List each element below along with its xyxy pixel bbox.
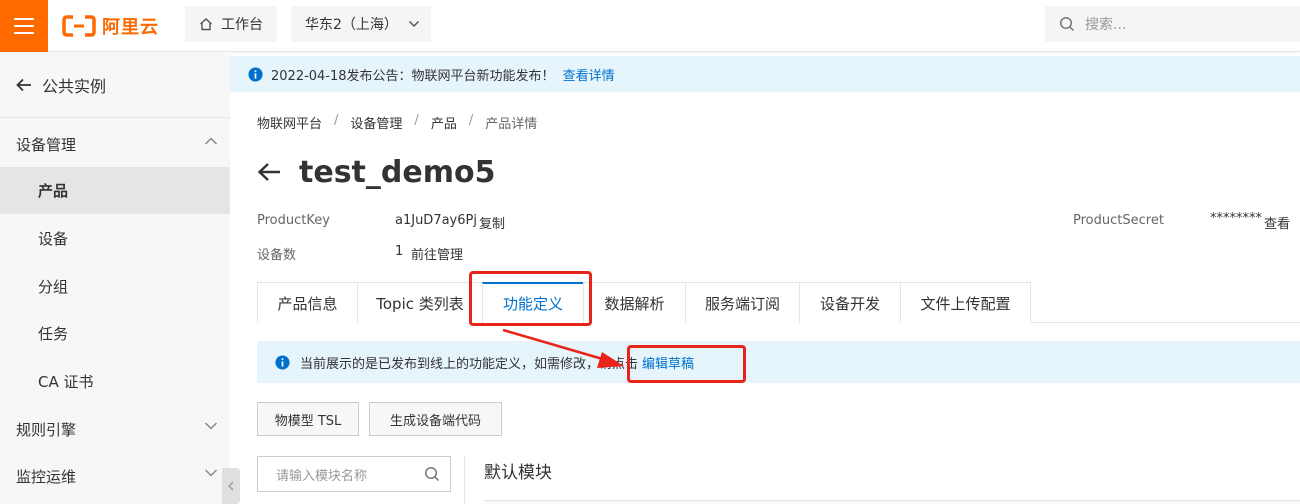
search-input[interactable]: 搜索... <box>1045 6 1300 42</box>
product-secret-value: ******** <box>1210 211 1262 226</box>
product-key-label: ProductKey <box>257 213 330 228</box>
module-search-placeholder: 请输入模块名称 <box>276 468 368 484</box>
breadcrumb-separator: / <box>468 113 474 128</box>
tab-bar: 产品信息 Topic 类列表 功能定义 数据解析 服务端订阅 设备开发 文件上传… <box>257 282 1300 323</box>
search-icon <box>424 466 440 482</box>
properties-table <box>484 500 1300 504</box>
search-icon <box>1059 16 1075 32</box>
tab-topic-list[interactable]: Topic 类列表 <box>357 282 483 323</box>
draft-info-text: 当前展示的是已发布到线上的功能定义，如需修改，请点击 <box>300 356 639 372</box>
back-arrow-icon[interactable] <box>257 162 281 182</box>
aliyun-logo[interactable]: 阿里云 <box>62 12 159 40</box>
manage-devices-link[interactable]: 前往管理 <box>411 244 463 263</box>
product-key-value: a1JuD7ay6Pj <box>395 213 477 228</box>
announcement-text: 2022-04-18发布公告：物联网平台新功能发布！ <box>271 68 555 84</box>
device-count-value: 1 <box>395 244 404 259</box>
panel-divider <box>464 456 465 504</box>
view-secret-link[interactable]: 查看 <box>1264 213 1290 232</box>
tab-file-upload-config[interactable]: 文件上传配置 <box>900 282 1031 323</box>
product-secret-label: ProductSecret <box>1073 213 1164 228</box>
announcement-bar: 2022-04-18发布公告：物联网平台新功能发布！ 查看详情 <box>230 56 1300 92</box>
breadcrumb-current: 产品详情 <box>485 117 538 132</box>
search-placeholder: 搜索... <box>1085 17 1127 33</box>
chevron-up-icon <box>204 137 218 145</box>
copy-link[interactable]: 复制 <box>479 213 505 232</box>
top-bar: 阿里云 工作台 华东2（上海） 搜索... <box>0 0 1300 52</box>
nav-group-device-management[interactable]: 设备管理 <box>0 120 230 168</box>
logo-text: 阿里云 <box>102 17 159 38</box>
page-header: test_demo5 <box>257 150 495 194</box>
arrow-left-icon <box>16 78 31 91</box>
nav-group-label: 规则引擎 <box>16 420 77 439</box>
breadcrumb-item[interactable]: 产品 <box>431 113 457 132</box>
sidebar-item-label: 产品 <box>38 182 69 200</box>
nav-group-monitoring[interactable]: 监控运维 <box>0 452 230 500</box>
info-icon <box>275 354 290 370</box>
sidebar-item-label: 分组 <box>38 278 69 296</box>
tsl-model-button[interactable]: 物模型 TSL <box>257 402 359 436</box>
annotation-box-tab <box>469 271 592 326</box>
nav-group-label: 设备管理 <box>16 135 77 154</box>
chevron-down-icon <box>204 422 218 430</box>
tab-data-parsing[interactable]: 数据解析 <box>583 282 686 323</box>
console-label: 工作台 <box>221 17 263 33</box>
region-selector[interactable]: 华东2（上海） <box>291 6 431 42</box>
breadcrumb-item[interactable]: 设备管理 <box>350 113 402 132</box>
breadcrumb: 物联网平台 / 设备管理 / 产品 / 产品详情 <box>257 113 537 132</box>
home-icon <box>200 18 212 31</box>
sidebar-item-groups[interactable]: 分组 <box>0 263 230 310</box>
chevron-down-icon <box>408 20 419 28</box>
breadcrumb-separator: / <box>414 113 419 128</box>
breadcrumb-item[interactable]: 物联网平台 <box>257 113 322 132</box>
info-icon <box>248 66 263 82</box>
chevron-left-icon <box>228 481 234 491</box>
draft-info-bar: 当前展示的是已发布到线上的功能定义，如需修改，请点击 编辑草稿 <box>257 341 1300 383</box>
announcement-details-link[interactable]: 查看详情 <box>563 65 615 84</box>
sidebar-item-label: 设备 <box>38 230 69 248</box>
page-title: test_demo5 <box>299 154 496 190</box>
chevron-down-icon <box>204 469 218 477</box>
sidebar-item-devices[interactable]: 设备 <box>0 215 230 262</box>
region-label: 华东2（上海） <box>305 17 398 33</box>
sidebar-item-label: 任务 <box>38 325 69 343</box>
logo-mark-icon <box>62 15 96 37</box>
sidebar-item-products[interactable]: 产品 <box>0 167 230 214</box>
tab-server-subscription[interactable]: 服务端订阅 <box>685 282 800 323</box>
nav-group-rules-engine[interactable]: 规则引擎 <box>0 405 230 453</box>
back-to-instances[interactable]: 公共实例 <box>0 52 230 118</box>
tab-device-development[interactable]: 设备开发 <box>799 282 901 323</box>
nav-group-label: 监控运维 <box>16 467 77 486</box>
module-search-input[interactable]: 请输入模块名称 <box>257 456 451 492</box>
module-title: 默认模块 <box>484 463 552 483</box>
sidebar: 公共实例 设备管理 产品 设备 分组 任务 CA 证书 规则引擎 监控运维 <box>0 52 230 504</box>
sidebar-item-ca-certs[interactable]: CA 证书 <box>0 358 230 405</box>
menu-icon[interactable] <box>0 0 48 52</box>
annotation-box-edit-draft <box>627 345 746 383</box>
sidebar-item-tasks[interactable]: 任务 <box>0 310 230 357</box>
sidebar-collapse-handle[interactable] <box>222 468 240 504</box>
sidebar-item-label: CA 证书 <box>38 373 94 391</box>
device-count-label: 设备数 <box>257 248 297 263</box>
console-button[interactable]: 工作台 <box>185 6 277 42</box>
back-label: 公共实例 <box>42 76 107 96</box>
tab-product-info[interactable]: 产品信息 <box>257 282 358 323</box>
breadcrumb-separator: / <box>334 113 339 128</box>
generate-device-code-button[interactable]: 生成设备端代码 <box>369 402 502 436</box>
